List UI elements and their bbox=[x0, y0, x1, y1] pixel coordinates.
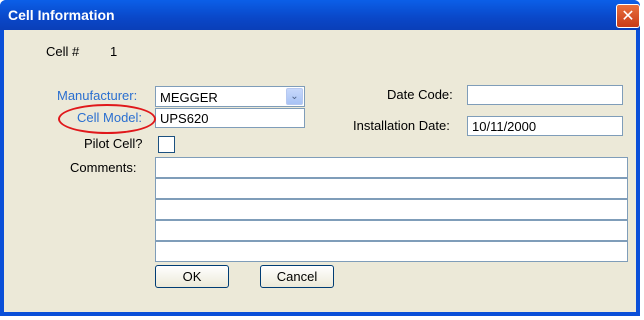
cell-number-value: 1 bbox=[110, 44, 118, 59]
window-title: Cell Information bbox=[8, 7, 115, 23]
close-button[interactable]: ✕ bbox=[616, 4, 640, 28]
dialog-window: Cell Information ✕ Cell # 1 Manufacturer… bbox=[0, 0, 640, 316]
manufacturer-value: MEGGER bbox=[160, 90, 218, 105]
cell-model-field[interactable]: UPS620 bbox=[155, 108, 305, 128]
comment-line-5[interactable] bbox=[155, 241, 628, 262]
manufacturer-label: Manufacturer: bbox=[57, 88, 138, 103]
installation-date-label: Installation Date: bbox=[353, 118, 450, 133]
chevron-down-icon[interactable]: ⌄ bbox=[286, 88, 303, 105]
manufacturer-dropdown[interactable]: MEGGER ⌄ bbox=[155, 86, 305, 107]
cell-number-label: Cell # bbox=[46, 44, 80, 59]
cell-model-value: UPS620 bbox=[160, 111, 209, 126]
pilot-cell-label: Pilot Cell? bbox=[84, 136, 143, 151]
comments-label: Comments: bbox=[70, 160, 137, 175]
comment-line-4[interactable] bbox=[155, 220, 628, 241]
dialog-body: Cell # 1 Manufacturer: MEGGER ⌄ Cell Mod… bbox=[4, 30, 636, 312]
ok-button[interactable]: OK bbox=[155, 265, 229, 288]
installation-date-value: 10/11/2000 bbox=[472, 119, 537, 134]
highlight-annotation bbox=[58, 104, 156, 134]
close-icon: ✕ bbox=[621, 6, 635, 25]
comment-line-3[interactable] bbox=[155, 199, 628, 220]
comment-line-1[interactable] bbox=[155, 157, 628, 178]
pilot-cell-checkbox[interactable] bbox=[158, 136, 175, 153]
date-code-field[interactable] bbox=[467, 85, 623, 105]
cancel-button[interactable]: Cancel bbox=[260, 265, 334, 288]
comments-area bbox=[155, 157, 628, 262]
title-bar[interactable]: Cell Information ✕ bbox=[0, 0, 640, 30]
comment-line-2[interactable] bbox=[155, 178, 628, 199]
installation-date-field[interactable]: 10/11/2000 bbox=[467, 116, 623, 136]
date-code-label: Date Code: bbox=[387, 87, 453, 102]
